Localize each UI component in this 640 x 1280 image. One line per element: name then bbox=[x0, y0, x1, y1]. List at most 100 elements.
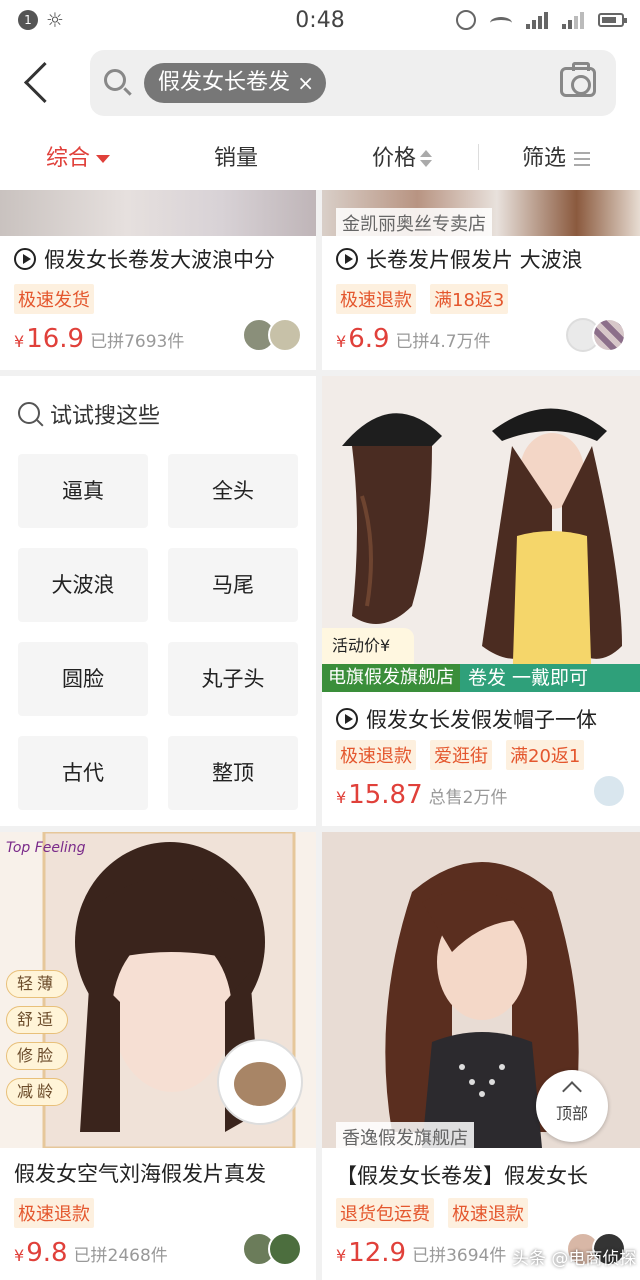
brand-logo-text: Top Feeling bbox=[6, 840, 86, 856]
search-icon bbox=[104, 69, 126, 91]
clear-query-icon[interactable]: × bbox=[297, 63, 314, 103]
search-query-text: 假发女长卷发 bbox=[158, 70, 291, 95]
banner-slogan: 卷发 一戴即可 bbox=[460, 664, 640, 692]
suggestion-chip[interactable]: 古代 bbox=[18, 736, 148, 810]
video-play-icon bbox=[336, 708, 358, 730]
product-image[interactable] bbox=[0, 190, 316, 236]
service-tag: 极速退款 bbox=[336, 284, 416, 314]
suggestions-title: 试试搜这些 bbox=[50, 404, 161, 429]
video-play-icon bbox=[14, 248, 36, 270]
product-title[interactable]: 假发女长发假发帽子一体 bbox=[336, 704, 632, 734]
back-to-top-button[interactable]: 顶部 bbox=[536, 1070, 608, 1142]
avatar bbox=[268, 1232, 302, 1266]
price-value: 6.9 bbox=[348, 324, 390, 354]
sold-count: 已拼3694件 bbox=[412, 1246, 507, 1266]
tab-comprehensive[interactable]: 综合 bbox=[46, 140, 111, 172]
product-title-text: 长卷发片假发片 大波浪 bbox=[366, 248, 583, 272]
buyer-avatars bbox=[566, 318, 626, 352]
buyer-avatars bbox=[242, 1232, 302, 1266]
signal-icon bbox=[526, 11, 548, 29]
sort-tabs: 综合 销量 价格 筛选 bbox=[0, 124, 640, 190]
back-to-top-label: 顶部 bbox=[555, 1104, 588, 1123]
service-tag: 极速退款 bbox=[336, 740, 416, 770]
product-title[interactable]: 【假发女长卷发】假发女长 bbox=[336, 1160, 632, 1190]
sold-count: 已拼2468件 bbox=[73, 1246, 168, 1266]
currency-symbol: ¥ bbox=[336, 332, 347, 351]
feature-tags: 轻薄 舒适 修脸 减龄 bbox=[6, 970, 68, 1106]
price: ¥12.9 bbox=[336, 1238, 406, 1268]
price-value: 12.9 bbox=[348, 1238, 407, 1268]
feature-tag: 修脸 bbox=[6, 1042, 68, 1070]
product-card-1[interactable]: 假发女长卷发大波浪中分 极速发货 ¥16.9 已拼7693件 bbox=[0, 190, 316, 370]
search-header: 假发女长卷发 × bbox=[0, 42, 640, 124]
suggestion-chip[interactable]: 丸子头 bbox=[168, 642, 298, 716]
currency-symbol: ¥ bbox=[336, 1246, 347, 1265]
price: ¥9.8 bbox=[14, 1238, 68, 1268]
signal-2-icon bbox=[562, 11, 584, 29]
price: ¥15.87 bbox=[336, 780, 423, 810]
product-card-4[interactable]: Top Feeling 轻薄 舒适 修脸 减龄 假发女空气刘海假发片真发 极速退… bbox=[0, 832, 316, 1280]
tab-filter[interactable]: 筛选 bbox=[522, 140, 591, 172]
tab-divider bbox=[478, 144, 479, 170]
chevron-up-icon bbox=[562, 1081, 582, 1101]
suggestion-chip[interactable]: 大波浪 bbox=[18, 548, 148, 622]
sold-count: 已拼7693件 bbox=[90, 332, 185, 352]
promo-tag: 满18返3 bbox=[430, 284, 509, 314]
status-bar: 1 ☼ 0:48 bbox=[0, 0, 640, 42]
alarm-icon bbox=[456, 10, 476, 30]
tab-sales-label: 销量 bbox=[214, 146, 259, 171]
service-tag: 极速退款 bbox=[448, 1198, 528, 1228]
product-title[interactable]: 长卷发片假发片 大波浪 bbox=[336, 244, 632, 274]
suggestion-chip[interactable]: 圆脸 bbox=[18, 642, 148, 716]
promo-tag: 满20返1 bbox=[506, 740, 585, 770]
price-value: 9.8 bbox=[26, 1238, 68, 1268]
search-box[interactable]: 假发女长卷发 × bbox=[90, 50, 616, 116]
store-name: 电旗假发旗舰店 bbox=[322, 664, 460, 692]
buyer-avatars bbox=[242, 318, 302, 352]
suggestion-chip[interactable]: 逼真 bbox=[18, 454, 148, 528]
product-card-2[interactable]: 金凯丽奥丝专卖店 长卷发片假发片 大波浪 极速退款 满18返3 ¥6.9 已拼4… bbox=[322, 190, 640, 370]
product-title[interactable]: 假发女空气刘海假发片真发 bbox=[14, 1158, 310, 1188]
store-badge: 香逸假发旗舰店 bbox=[336, 1122, 474, 1152]
tab-sales[interactable]: 销量 bbox=[214, 140, 258, 172]
price: ¥16.9 bbox=[14, 324, 84, 354]
feature-tag: 轻薄 bbox=[6, 970, 68, 998]
sold-count: 总售2万件 bbox=[428, 788, 508, 808]
product-title[interactable]: 假发女长卷发大波浪中分 bbox=[14, 244, 310, 274]
price-value: 15.87 bbox=[348, 780, 423, 810]
currency-symbol: ¥ bbox=[336, 788, 347, 807]
tab-price-label: 价格 bbox=[372, 146, 417, 171]
tab-comprehensive-label: 综合 bbox=[46, 146, 91, 171]
product-title-text: 假发女长发假发帽子一体 bbox=[366, 708, 597, 732]
search-suggestions-panel: 试试搜这些 逼真 全头 大波浪 马尾 圆脸 丸子头 古代 整顶 bbox=[0, 376, 316, 826]
search-icon bbox=[18, 402, 40, 424]
buyer-avatars bbox=[592, 774, 626, 808]
suggestion-chip[interactable]: 马尾 bbox=[168, 548, 298, 622]
tab-filter-label: 筛选 bbox=[522, 146, 567, 171]
feature-tag: 舒适 bbox=[6, 1006, 68, 1034]
product-card-3[interactable]: 活动价¥ 电旗假发旗舰店 卷发 一戴即可 假发女长发假发帽子一体 极速退款 爱逛… bbox=[322, 376, 640, 826]
camera-icon[interactable] bbox=[560, 62, 596, 97]
avatar bbox=[592, 774, 626, 808]
suggestion-chip[interactable]: 全头 bbox=[168, 454, 298, 528]
watermark: 头条 @电商侦探 bbox=[512, 1249, 637, 1269]
sort-updown-icon bbox=[420, 149, 434, 169]
battery-icon bbox=[598, 13, 627, 27]
currency-symbol: ¥ bbox=[14, 332, 25, 351]
price: ¥6.9 bbox=[336, 324, 390, 354]
sold-count: 已拼4.7万件 bbox=[395, 332, 491, 352]
search-query-chip[interactable]: 假发女长卷发 × bbox=[144, 63, 327, 103]
service-tag: 极速发货 bbox=[14, 284, 94, 314]
avatar bbox=[592, 318, 626, 352]
video-play-icon bbox=[336, 248, 358, 270]
product-title-text: 假发女长卷发大波浪中分 bbox=[44, 248, 275, 272]
filter-icon bbox=[574, 152, 591, 166]
service-tag: 退货包运费 bbox=[336, 1198, 434, 1228]
product-card-5[interactable]: 香逸假发旗舰店 【假发女长卷发】假发女长 退货包运费 极速退款 ¥12.9 已拼… bbox=[322, 832, 640, 1280]
feature-tag: 减龄 bbox=[6, 1078, 68, 1106]
suggestion-chip[interactable]: 整顶 bbox=[168, 736, 298, 810]
brand-banner: 电旗假发旗舰店 卷发 一戴即可 bbox=[322, 664, 640, 692]
tab-price[interactable]: 价格 bbox=[372, 140, 434, 172]
back-icon[interactable] bbox=[20, 60, 50, 104]
wifi-icon bbox=[490, 17, 512, 29]
